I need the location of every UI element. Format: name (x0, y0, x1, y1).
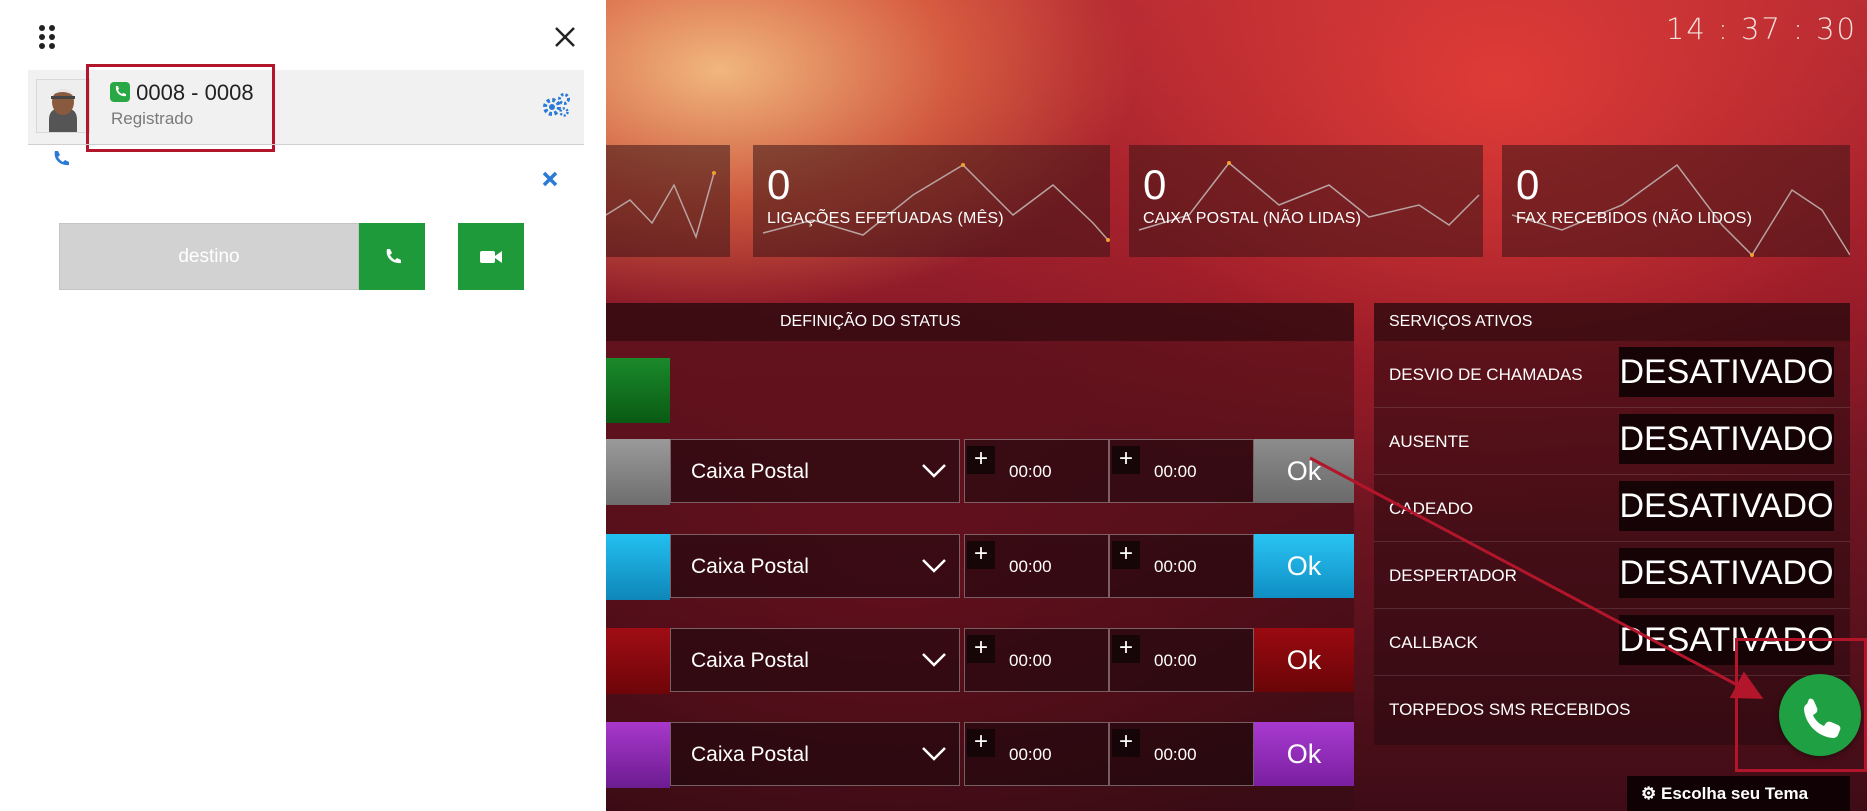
phone-icon[interactable] (52, 150, 70, 168)
divider (28, 144, 584, 145)
drag-handle-icon[interactable] (38, 24, 56, 50)
video-call-button[interactable] (458, 223, 524, 290)
gear-icon: ⚙ (1641, 784, 1657, 803)
audio-call-button[interactable] (359, 223, 425, 290)
person-icon (49, 89, 77, 132)
theme-button-label: Escolha seu Tema (1660, 784, 1809, 803)
highlight-box (86, 64, 275, 152)
video-camera-icon (480, 251, 502, 263)
close-icon[interactable] (553, 25, 577, 49)
settings-gears-icon[interactable] (541, 92, 571, 118)
avatar (36, 79, 90, 133)
destination-input[interactable]: destino (59, 223, 359, 290)
theme-button[interactable]: ⚙ Escolha seu Tema (1627, 776, 1850, 811)
highlight-box (1735, 638, 1867, 772)
softphone-panel: 0008 - 0008 Registrado destino (0, 0, 606, 811)
phone-icon (386, 249, 401, 264)
clear-icon[interactable] (541, 170, 559, 188)
